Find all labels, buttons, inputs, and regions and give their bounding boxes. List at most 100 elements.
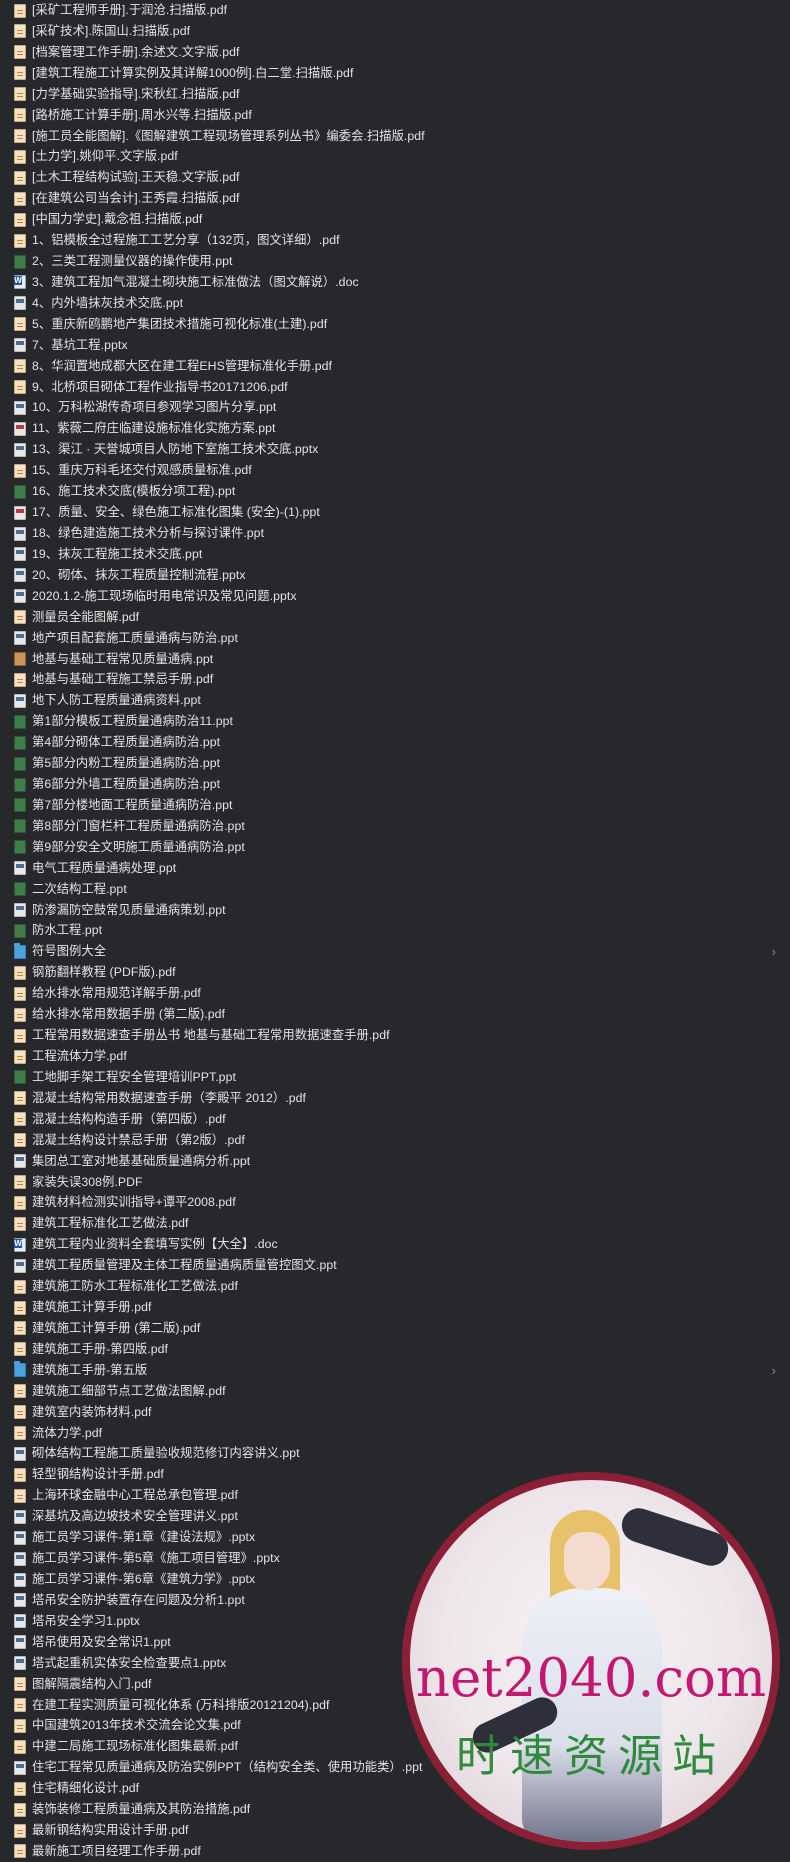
file-row[interactable]: 2、三类工程测量仪器的操作使用.ppt [0, 251, 790, 272]
file-row[interactable]: 建筑施工手册-第四版.pdf [0, 1339, 790, 1360]
file-row[interactable]: [建筑工程施工计算实例及其详解1000例].白二堂.扫描版.pdf [0, 63, 790, 84]
file-name: 第5部分内粉工程质量通病防治.ppt [32, 756, 221, 771]
file-row[interactable]: 17、质量、安全、绿色施工标准化图集 (安全)-(1).ppt [0, 502, 790, 523]
file-row[interactable]: 最新施工项目经理工作手册.pdf [0, 1841, 790, 1862]
file-row[interactable]: [路桥施工计算手册].周水兴等.扫描版.pdf [0, 105, 790, 126]
presentation-file-icon [14, 442, 26, 457]
file-row[interactable]: 16、施工技术交底(模板分项工程).ppt [0, 481, 790, 502]
file-row[interactable]: [土木工程结构试验].王天稳.文字版.pdf [0, 167, 790, 188]
file-row[interactable]: 建筑施工计算手册.pdf [0, 1297, 790, 1318]
file-row[interactable]: 第5部分内粉工程质量通病防治.ppt [0, 753, 790, 774]
file-name: 9、北桥项目砌体工程作业指导书20171206.pdf [32, 379, 288, 394]
file-row[interactable]: [土力学].姚仰平.文字版.pdf [0, 146, 790, 167]
file-row[interactable]: 集团总工室对地基基础质量通病分析.ppt [0, 1151, 790, 1172]
file-row[interactable]: 测量员全能图解.pdf [0, 607, 790, 628]
pdf-file-icon [14, 610, 26, 625]
file-row[interactable]: 1、铝模板全过程施工工艺分享（132页，图文详细）.pdf [0, 230, 790, 251]
file-row[interactable]: 建筑工程质量管理及主体工程质量通病质量管控图文.ppt [0, 1255, 790, 1276]
pdf-file-icon [14, 1007, 26, 1022]
file-row[interactable]: 4、内外墙抹灰技术交底.ppt [0, 293, 790, 314]
file-row[interactable]: 建筑施工防水工程标准化工艺做法.pdf [0, 1276, 790, 1297]
file-row[interactable]: 地产项目配套施工质量通病与防治.ppt [0, 628, 790, 649]
file-row[interactable]: 建筑工程标准化工艺做法.pdf [0, 1213, 790, 1234]
file-row[interactable]: 3、建筑工程加气混凝土砌块施工标准做法（图文解说）.doc [0, 272, 790, 293]
file-row[interactable]: 9、北桥项目砌体工程作业指导书20171206.pdf [0, 377, 790, 398]
file-row[interactable]: 混凝土结构构造手册（第四版）.pdf [0, 1109, 790, 1130]
file-row[interactable]: 第4部分砌体工程质量通病防治.ppt [0, 732, 790, 753]
file-row[interactable]: 11、紫薇二府庄临建设施标准化实施方案.ppt [0, 418, 790, 439]
presentation-file-icon [14, 923, 26, 938]
file-row[interactable]: 工地脚手架工程安全管理培训PPT.ppt [0, 1067, 790, 1088]
file-row[interactable]: 第6部分外墙工程质量通病防治.ppt [0, 774, 790, 795]
file-name: [档案管理工作手册].余述文.文字版.pdf [32, 44, 240, 59]
file-row[interactable]: 流体力学.pdf [0, 1423, 790, 1444]
file-row[interactable]: 第7部分楼地面工程质量通病防治.ppt [0, 795, 790, 816]
file-row[interactable]: 建筑施工计算手册 (第二版).pdf [0, 1318, 790, 1339]
folder-row[interactable]: 建筑施工手册-第五版 › [0, 1360, 790, 1381]
file-name: 防渗漏防空鼓常见质量通病策划.ppt [32, 902, 226, 917]
file-row[interactable]: 给水排水常用数据手册 (第二版).pdf [0, 1004, 790, 1025]
file-row[interactable]: 家装失误308例.PDF [0, 1172, 790, 1193]
pdf-file-icon [14, 463, 26, 478]
file-row[interactable]: [采矿工程师手册].于润沧.扫描版.pdf [0, 0, 790, 21]
file-row[interactable]: 建筑施工细部节点工艺做法图解.pdf [0, 1381, 790, 1402]
file-row[interactable]: [中国力学史].戴念祖.扫描版.pdf [0, 209, 790, 230]
file-row[interactable]: 7、基坑工程.pptx [0, 335, 790, 356]
file-row[interactable]: 防渗漏防空鼓常见质量通病策划.ppt [0, 900, 790, 921]
file-row[interactable]: 20、砌体、抹灰工程质量控制流程.pptx [0, 565, 790, 586]
pdf-file-icon [14, 1467, 26, 1482]
pdf-file-icon [14, 1823, 26, 1838]
file-row[interactable]: [采矿技术].陈国山.扫描版.pdf [0, 21, 790, 42]
file-row[interactable]: 地下人防工程质量通病资料.ppt [0, 690, 790, 711]
file-row[interactable]: 8、华润置地成都大区在建工程EHS管理标准化手册.pdf [0, 356, 790, 377]
file-row[interactable]: 18、绿色建造施工技术分析与探讨课件.ppt [0, 523, 790, 544]
file-row[interactable]: 建筑工程内业资料全套填写实例【大全】.doc [0, 1234, 790, 1255]
file-name: 混凝土结构常用数据速查手册（李殿平 2012）.pdf [32, 1090, 306, 1105]
file-row[interactable]: [力学基础实验指导].宋秋红.扫描版.pdf [0, 84, 790, 105]
file-row[interactable]: 混凝土结构设计禁忌手册（第2版）.pdf [0, 1130, 790, 1151]
file-row[interactable]: 地基与基础工程施工禁忌手册.pdf [0, 669, 790, 690]
file-row[interactable]: 15、重庆万科毛坯交付观感质量标准.pdf [0, 460, 790, 481]
file-row[interactable]: 建筑室内装饰材料.pdf [0, 1402, 790, 1423]
file-row[interactable]: 砌体结构工程施工质量验收规范修订内容讲义.ppt [0, 1443, 790, 1464]
file-name: 工程常用数据速查手册丛书 地基与基础工程常用数据速查手册.pdf [32, 1028, 390, 1043]
file-row[interactable]: 电气工程质量通病处理.ppt [0, 858, 790, 879]
pdf-file-icon [14, 1802, 26, 1817]
file-row[interactable]: 第9部分安全文明施工质量通病防治.ppt [0, 837, 790, 858]
file-row[interactable]: 5、重庆新鸥鹏地产集团技术措施可视化标准(土建).pdf [0, 314, 790, 335]
file-name: 建筑室内装饰材料.pdf [32, 1404, 152, 1419]
file-row[interactable]: 10、万科松湖传奇项目参观学习图片分享.ppt [0, 397, 790, 418]
file-row[interactable]: 2020.1.2-施工现场临时用电常识及常见问题.pptx [0, 586, 790, 607]
file-name: [采矿技术].陈国山.扫描版.pdf [32, 23, 191, 38]
file-row[interactable]: [施工员全能图解].《图解建筑工程现场管理系列丛书》编委会.扫描版.pdf [0, 126, 790, 147]
file-row[interactable]: 钢筋翻样教程 (PDF版).pdf [0, 962, 790, 983]
file-row[interactable]: [在建筑公司当会计].王秀霞.扫描版.pdf [0, 188, 790, 209]
file-name: [在建筑公司当会计].王秀霞.扫描版.pdf [32, 191, 240, 206]
file-row[interactable]: 19、抹灰工程施工技术交底.ppt [0, 544, 790, 565]
pdf-file-icon [14, 191, 26, 206]
file-row[interactable]: 地基与基础工程常见质量通病.ppt [0, 649, 790, 670]
pdf-file-icon [14, 1739, 26, 1754]
folder-row[interactable]: 符号图例大全 › [0, 941, 790, 962]
file-row[interactable]: 第8部分门窗栏杆工程质量通病防治.ppt [0, 816, 790, 837]
file-row[interactable]: 13、渠江 · 天誉城项目人防地下室施工技术交底.pptx [0, 439, 790, 460]
file-row[interactable]: 二次结构工程.ppt [0, 879, 790, 900]
file-row[interactable]: 给水排水常用规范详解手册.pdf [0, 983, 790, 1004]
pdf-file-icon [14, 359, 26, 374]
file-row[interactable]: 轻型钢结构设计手册.pdf [0, 1464, 790, 1485]
file-row[interactable]: 工程常用数据速查手册丛书 地基与基础工程常用数据速查手册.pdf [0, 1025, 790, 1046]
file-row[interactable]: 第1部分模板工程质量通病防治11.ppt [0, 711, 790, 732]
file-row[interactable]: 混凝土结构常用数据速查手册（李殿平 2012）.pdf [0, 1088, 790, 1109]
file-name: 地基与基础工程常见质量通病.ppt [32, 651, 214, 666]
file-row[interactable]: 工程流体力学.pdf [0, 1046, 790, 1067]
file-row[interactable]: [档案管理工作手册].余述文.文字版.pdf [0, 42, 790, 63]
file-name: 4、内外墙抹灰技术交底.ppt [32, 295, 184, 310]
file-row[interactable]: 建筑材料检测实训指导+谭平2008.pdf [0, 1192, 790, 1213]
pdf-file-icon [14, 3, 26, 18]
file-name: 测量员全能图解.pdf [32, 609, 140, 624]
presentation-file-icon [14, 526, 26, 541]
pdf-file-icon [14, 1718, 26, 1733]
presentation-file-icon [14, 1656, 26, 1671]
file-name: 第4部分砌体工程质量通病防治.ppt [32, 735, 221, 750]
file-row[interactable]: 防水工程.ppt [0, 920, 790, 941]
